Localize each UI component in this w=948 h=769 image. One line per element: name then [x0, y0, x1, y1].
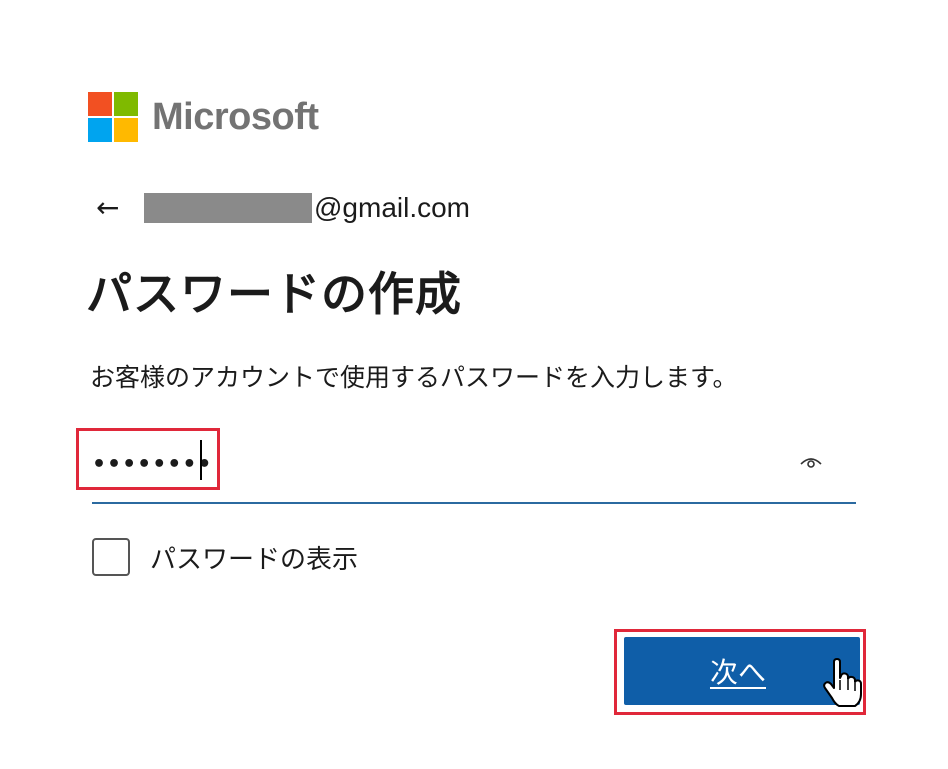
microsoft-logo: Microsoft	[88, 92, 319, 142]
signin-page: Microsoft ← @gmail.com パスワードの作成 お客様のアカウン…	[0, 0, 948, 769]
next-button-label: 次へ	[709, 656, 766, 689]
email-domain: @gmail.com	[314, 192, 471, 223]
show-password-option[interactable]: パスワードの表示	[92, 538, 358, 576]
page-title: パスワードの作成	[86, 267, 462, 321]
show-password-checkbox[interactable]	[92, 538, 130, 576]
password-highlight-box	[76, 428, 220, 490]
eye-icon[interactable]	[800, 456, 822, 470]
show-password-label[interactable]: パスワードの表示	[150, 539, 358, 576]
logo-text: Microsoft	[152, 95, 319, 138]
identity-banner: ← @gmail.com	[96, 186, 470, 230]
redacted-email-username	[144, 193, 312, 223]
back-arrow-icon[interactable]: ←	[96, 194, 130, 222]
page-description: お客様のアカウントで使用するパスワードを入力します。	[90, 363, 738, 392]
microsoft-logo-icon	[88, 92, 138, 142]
hand-cursor-icon	[823, 658, 862, 707]
